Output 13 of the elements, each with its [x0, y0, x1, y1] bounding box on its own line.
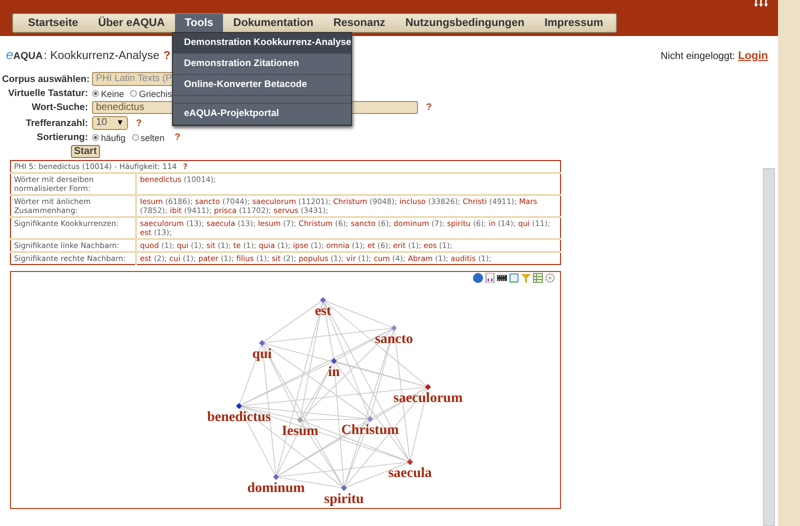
login-status: Nicht eingeloggt:	[660, 51, 736, 62]
field-label: Sortierung:	[36, 132, 88, 143]
field-label: Trefferanzahl:	[24, 118, 88, 128]
radio-label: selten	[140, 132, 165, 142]
field-label: Corpus auswählen:	[2, 74, 88, 84]
field-label: Wort-Suche:	[30, 102, 88, 113]
page-title: : Kookkurrenz-Analyse	[44, 50, 160, 62]
logo-text: AQUA	[13, 51, 43, 62]
field-label: Virtuelle Tastatur:	[7, 88, 88, 99]
radio-label: häufig	[101, 132, 126, 142]
radio-label: Keine	[101, 88, 124, 98]
radio-label: Griechis	[139, 88, 172, 98]
logo-letter: e	[6, 47, 14, 62]
